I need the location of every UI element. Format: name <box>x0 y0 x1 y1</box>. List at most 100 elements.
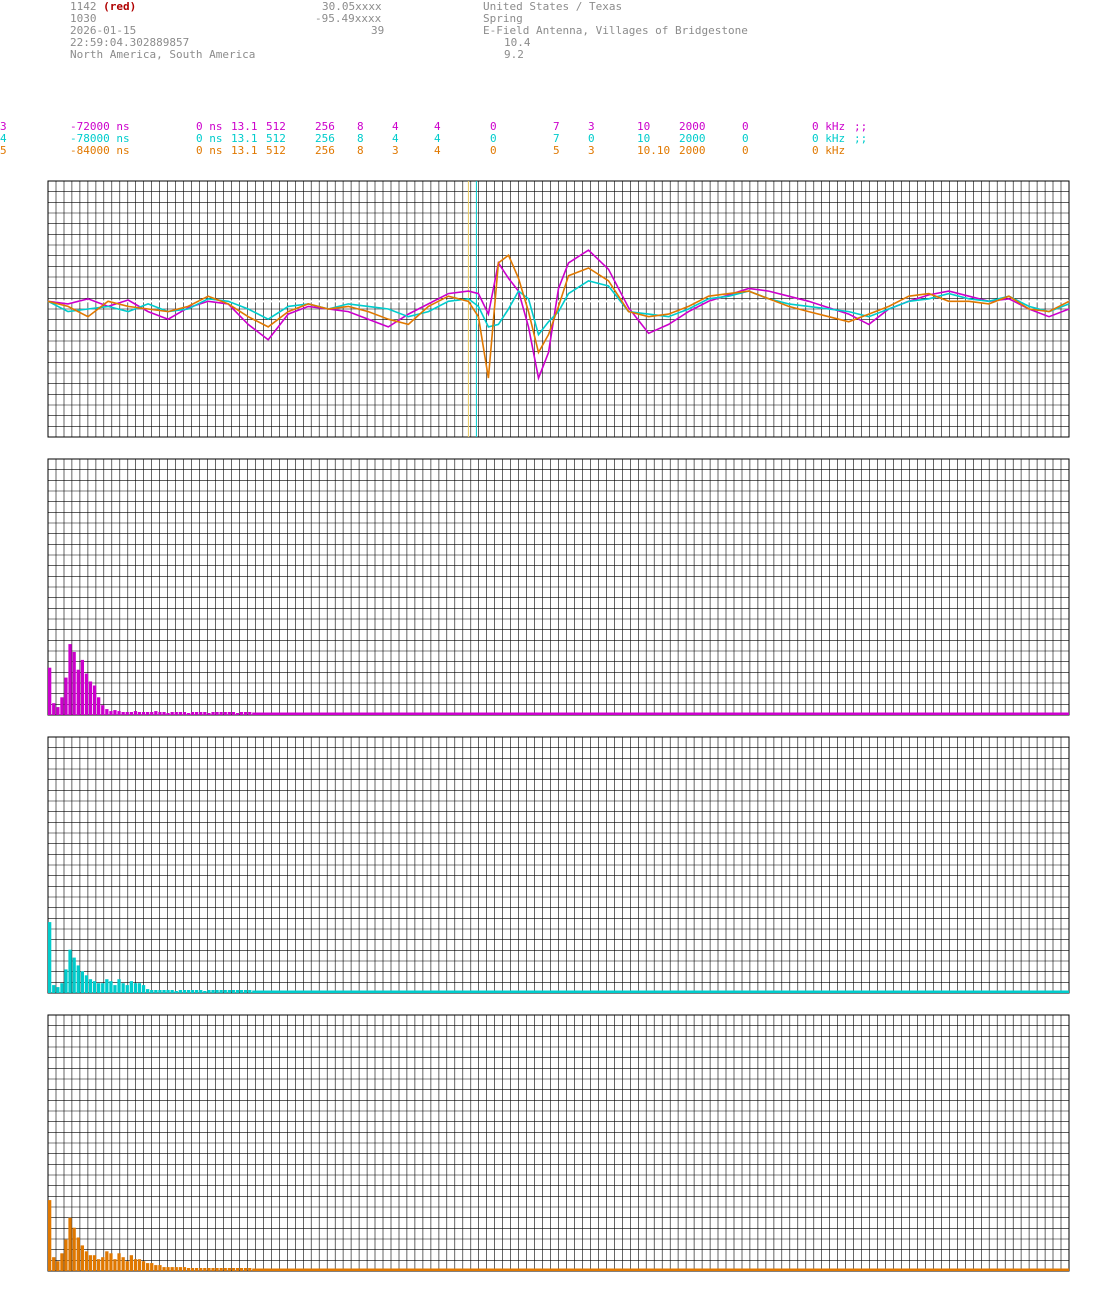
spectrum-1-bar-12 <box>97 697 101 715</box>
spectrum-1-bar-11 <box>92 685 97 715</box>
spectrum-2-bar-47 <box>239 990 244 993</box>
spectrum-1-bar-32 <box>178 712 182 715</box>
spectrum-2-bar-48 <box>244 990 248 993</box>
spectrum-1-bar-18 <box>121 712 125 715</box>
spectrum-2-bar-7 <box>76 965 80 993</box>
spectrum-3-bar-38 <box>203 1268 207 1271</box>
spectrum-1-bar-3 <box>60 697 64 715</box>
spectrum-3-bar-46 <box>235 1268 240 1271</box>
spectrum-1-bar-9 <box>84 673 89 715</box>
spectrum-3-bar-40 <box>211 1268 215 1271</box>
spectrum-1-bar-30 <box>170 712 174 715</box>
spectrum-3-bar-13 <box>101 1257 105 1271</box>
spectrum-3-bar-12 <box>97 1259 101 1271</box>
spectrum-3-bar-9 <box>84 1251 89 1271</box>
spectrum-3-bar-44 <box>227 1268 231 1271</box>
spectrum-2-bar-22 <box>137 983 142 993</box>
spectrum-1-bar-15 <box>109 711 113 715</box>
spectrum-1-bar-27 <box>158 712 162 715</box>
spectrum-3-bar-15 <box>109 1253 113 1271</box>
spectrum-2-bar-37 <box>199 990 203 993</box>
spectrum-2-bar-38 <box>203 991 207 993</box>
spectrum-2-bar-18 <box>121 983 125 993</box>
spectrum-3-bar-16 <box>113 1259 117 1271</box>
spectrum-1-bar-5 <box>68 644 72 715</box>
plots-canvas <box>47 180 1070 1272</box>
spectrum-1-bar-20 <box>129 712 133 715</box>
spectrum-1-bar-0 <box>48 667 52 715</box>
spectrum-1-bar-44 <box>227 712 231 715</box>
spectrum-2-bar-34 <box>186 990 191 993</box>
spectrum-1-floor <box>252 712 1069 715</box>
panel-3-grid <box>48 737 1069 993</box>
spectrum-2-bar-31 <box>174 991 178 993</box>
spectrum-3-bar-19 <box>125 1261 129 1271</box>
spectrum-1-bar-38 <box>203 712 207 715</box>
spectrum-3-bar-32 <box>178 1267 182 1271</box>
spectrum-3-bar-5 <box>68 1217 72 1271</box>
spectrum-1-bar-22 <box>137 712 142 715</box>
spectrum-2-bar-23 <box>141 985 146 993</box>
spectrum-1-bar-49 <box>248 712 252 715</box>
panel-1-grid <box>48 181 1069 437</box>
spectrum-3-bar-43 <box>223 1268 227 1271</box>
spectrum-3-bar-28 <box>162 1267 166 1271</box>
spectrum-3-bar-20 <box>129 1255 133 1271</box>
spectrum-3-bar-4 <box>64 1239 68 1271</box>
spectrum-3-bar-29 <box>166 1267 170 1271</box>
spectrum-1-bar-28 <box>162 712 166 715</box>
spectrum-2-bar-28 <box>162 990 166 993</box>
spectrum-1-bar-33 <box>182 712 187 715</box>
spectrum-2-bar-1 <box>52 985 56 993</box>
spectrum-2-bar-5 <box>68 949 72 993</box>
spectrum-3-bar-7 <box>76 1237 80 1271</box>
spectrum-3-bar-14 <box>105 1251 109 1271</box>
spectrum-2-bar-3 <box>60 983 64 993</box>
spectrum-3-bar-27 <box>158 1265 162 1271</box>
spectrum-1-bar-37 <box>199 712 203 715</box>
spectrum-3-bar-48 <box>244 1268 248 1271</box>
spectrum-3-bar-26 <box>154 1265 158 1271</box>
spectrum-2-bar-25 <box>150 990 154 993</box>
spectrum-2-bar-43 <box>223 990 227 993</box>
spectrum-1-bar-17 <box>117 711 121 715</box>
spectrum-2-bar-16 <box>113 985 117 993</box>
panel-2-grid <box>48 459 1069 715</box>
spectrum-3-bar-2 <box>56 1261 60 1271</box>
spectrum-2-bar-36 <box>195 990 199 993</box>
spectrum-2-bar-12 <box>97 983 101 993</box>
spectrum-1-bar-34 <box>186 713 191 715</box>
spectrum-1-bar-16 <box>113 710 117 715</box>
spectrum-2-bar-39 <box>207 990 211 993</box>
spectrum-3-bar-17 <box>117 1253 121 1271</box>
spectrum-3-bar-25 <box>150 1263 154 1271</box>
spectrum-2-bar-24 <box>146 989 150 993</box>
spectrum-1-bar-14 <box>105 709 109 715</box>
spectrum-1-bar-25 <box>150 712 154 715</box>
spectrum-2-bar-6 <box>72 957 76 993</box>
spectrum-1-bar-42 <box>219 712 223 715</box>
spectrum-2-bar-11 <box>92 981 97 993</box>
spectrum-1-bar-43 <box>223 712 227 715</box>
spectrum-3-bar-22 <box>137 1259 142 1271</box>
spectrum-2-bar-49 <box>248 990 252 993</box>
spectrum-2-bar-9 <box>84 975 89 993</box>
spectrum-3-bar-42 <box>219 1268 223 1271</box>
spectrum-3-bar-35 <box>190 1268 195 1271</box>
spectrum-3-bar-0 <box>48 1200 52 1271</box>
spectrum-1-bar-39 <box>207 713 211 715</box>
spectrum-2-bar-4 <box>64 969 68 993</box>
spectrum-2-bar-0 <box>48 922 52 993</box>
spectrum-2-bar-27 <box>158 990 162 993</box>
spectrum-3-bar-6 <box>72 1227 76 1271</box>
spectrum-1-bar-41 <box>215 712 219 715</box>
spectrum-1-bar-19 <box>125 712 129 715</box>
spectrum-1-bar-13 <box>101 705 105 715</box>
spectrum-2-bar-19 <box>125 985 129 993</box>
spectrum-1-bar-45 <box>231 712 236 715</box>
spectrum-2-bar-33 <box>182 990 187 993</box>
spectrum-1-bar-1 <box>52 703 56 715</box>
spectrum-2-bar-15 <box>109 981 113 993</box>
spectrum-2-bar-46 <box>235 990 240 993</box>
spectrum-1-bar-7 <box>76 669 80 715</box>
